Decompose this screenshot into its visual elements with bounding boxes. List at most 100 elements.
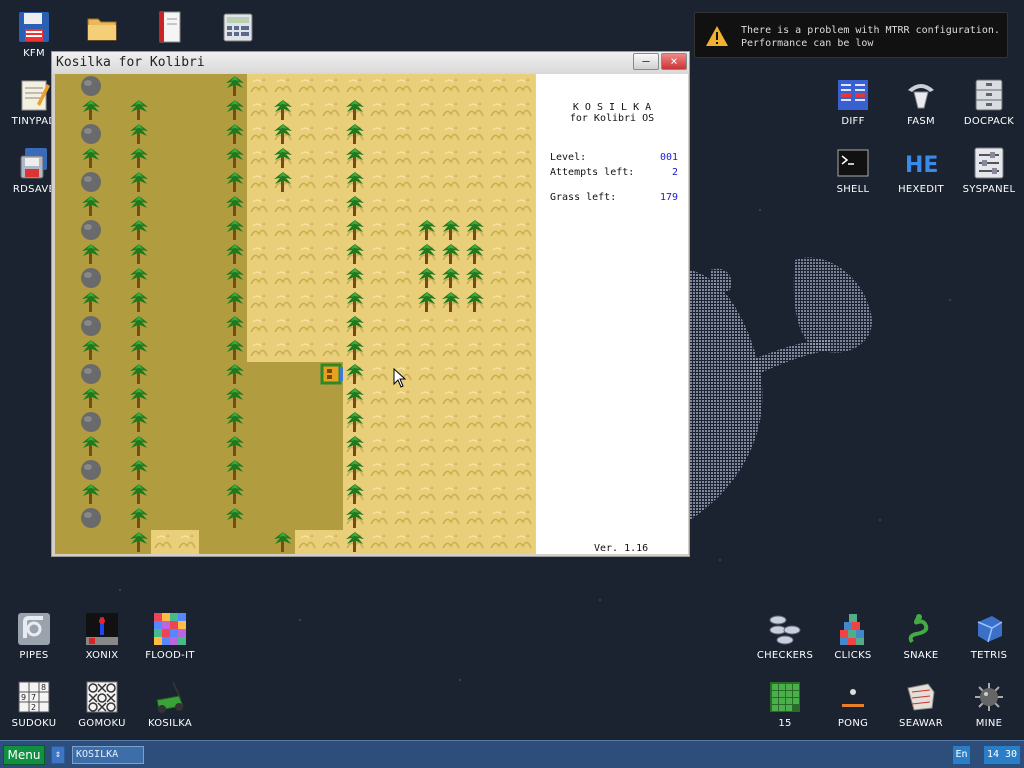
desktop-icon-flood-it[interactable]: FLOOD-IT xyxy=(138,612,202,661)
grass-tile xyxy=(487,194,511,218)
grass-tile xyxy=(319,530,343,554)
language-indicator[interactable]: En xyxy=(953,746,970,764)
menu-button[interactable]: Menu xyxy=(3,745,45,765)
grass-tile xyxy=(247,74,271,98)
desktop-icon-xonix[interactable]: XONIX xyxy=(70,612,134,661)
taskbar: Menu ⇕ KOSILKA En 14 30 xyxy=(0,740,1024,768)
floppy-save-icon xyxy=(20,148,47,179)
grass-tile xyxy=(247,338,271,362)
game-field[interactable] xyxy=(55,74,535,554)
desktop-icon-kosilka[interactable]: KOSILKA xyxy=(138,680,202,729)
notepad-icon xyxy=(21,80,50,111)
minimize-button[interactable]: – xyxy=(633,53,659,70)
rock-obstacle xyxy=(81,172,101,192)
grass-tile xyxy=(415,362,439,386)
grass-tile xyxy=(487,122,511,146)
taskbar-task-kosilka[interactable]: KOSILKA xyxy=(72,746,144,764)
desktop-icon-clicks[interactable]: CLICKS xyxy=(821,612,885,661)
desktop-icon-docpack[interactable]: DOCPACK xyxy=(957,78,1021,127)
grass-tile xyxy=(391,194,415,218)
rock-obstacle xyxy=(81,124,101,144)
grass-tile xyxy=(415,314,439,338)
desktop-icon-label: SUDOKU xyxy=(11,718,57,729)
close-button[interactable]: × xyxy=(661,53,687,70)
grass-tile xyxy=(439,362,463,386)
grass-tile xyxy=(463,362,487,386)
grass-tile xyxy=(367,338,391,362)
version-label: Ver. 1.16 xyxy=(594,543,649,554)
desktop-icon-diff[interactable]: DIFF xyxy=(821,78,885,127)
desktop-icon-fasm[interactable]: FASM xyxy=(889,78,953,127)
desktop-icon-seawar[interactable]: SEAWAR xyxy=(889,680,953,729)
grass-tile xyxy=(439,122,463,146)
grass-tile xyxy=(463,410,487,434)
desktop-icon-checkers[interactable]: CHECKERS xyxy=(753,612,817,661)
grass-tile xyxy=(247,194,271,218)
grass-tile xyxy=(415,170,439,194)
desktop-icon-label: SEAWAR xyxy=(899,718,943,729)
grass-tile xyxy=(391,434,415,458)
grass-tile xyxy=(271,290,295,314)
svg-text:8: 8 xyxy=(41,683,46,692)
grass-tile xyxy=(247,146,271,170)
folder-icon xyxy=(87,18,117,41)
desktop-icon-calculator[interactable] xyxy=(206,10,270,48)
grass-tile xyxy=(439,410,463,434)
grass-tile xyxy=(391,458,415,482)
kosilka-window[interactable]: Kosilka for Kolibri – × K O S I L K A fo… xyxy=(51,51,690,557)
desktop-icon-shell[interactable]: SHELL xyxy=(821,146,885,195)
grass-tile xyxy=(367,314,391,338)
rock-obstacle xyxy=(81,460,101,480)
desktop-icon-book[interactable] xyxy=(138,10,202,48)
grass-tile xyxy=(367,458,391,482)
grass-tile xyxy=(439,314,463,338)
hexedit-icon: HE xyxy=(905,153,938,178)
desktop-icon-hexedit[interactable]: HE HEXEDIT xyxy=(889,146,953,195)
grass-tile xyxy=(511,506,535,530)
grass-tile xyxy=(271,74,295,98)
desktop-icon-tetris[interactable]: TETRIS xyxy=(957,612,1021,661)
grass-tile xyxy=(295,74,319,98)
system-notification[interactable]: There is a problem with MTRR configurati… xyxy=(694,12,1008,58)
grass-tile xyxy=(487,170,511,194)
grass-tile xyxy=(511,170,535,194)
grass-tile xyxy=(367,362,391,386)
grass-tile xyxy=(487,74,511,98)
grass-tile xyxy=(295,194,319,218)
window-title: Kosilka for Kolibri xyxy=(56,55,205,70)
lawnmower-player xyxy=(320,363,343,385)
pong-icon xyxy=(842,689,864,707)
snake-icon xyxy=(908,614,929,644)
fifteen-puzzle-icon xyxy=(770,682,800,712)
grass-tile xyxy=(391,98,415,122)
taskbar-switch-icon[interactable]: ⇕ xyxy=(51,746,65,764)
window-titlebar[interactable]: Kosilka for Kolibri – × xyxy=(52,52,689,74)
desktop-icon-syspanel[interactable]: SYSPANEL xyxy=(957,146,1021,195)
grass-tile xyxy=(151,530,175,554)
grass-tile xyxy=(319,170,343,194)
rock-obstacle xyxy=(81,76,101,96)
desktop-icon-gomoku[interactable]: GOMOKU xyxy=(70,680,134,729)
grass-tile xyxy=(391,506,415,530)
grass-tile xyxy=(511,386,535,410)
desktop-icon-folder[interactable] xyxy=(70,10,134,48)
desktop-icon-mine[interactable]: MINE xyxy=(957,680,1021,729)
grass-tile xyxy=(487,458,511,482)
book-icon xyxy=(159,11,181,43)
grass-tile xyxy=(487,386,511,410)
grass-tile xyxy=(511,242,535,266)
clock[interactable]: 14 30 xyxy=(984,746,1020,764)
grass-tile xyxy=(295,338,319,362)
grass-tile xyxy=(391,146,415,170)
desktop-icon-fifteen[interactable]: 15 xyxy=(753,680,817,729)
desktop-icon-sudoku[interactable]: 8 972 SUDOKU xyxy=(2,680,66,729)
checkers-icon xyxy=(769,615,801,645)
desktop-icon-snake[interactable]: SNAKE xyxy=(889,612,953,661)
grass-tile xyxy=(391,290,415,314)
grass-tile xyxy=(367,218,391,242)
desktop-icon-label: SYSPANEL xyxy=(962,184,1016,195)
terminal-icon xyxy=(837,149,869,177)
grass-tile xyxy=(439,386,463,410)
desktop-icon-pong[interactable]: PONG xyxy=(821,680,885,729)
desktop-icon-pipes[interactable]: PIPES xyxy=(2,612,66,661)
